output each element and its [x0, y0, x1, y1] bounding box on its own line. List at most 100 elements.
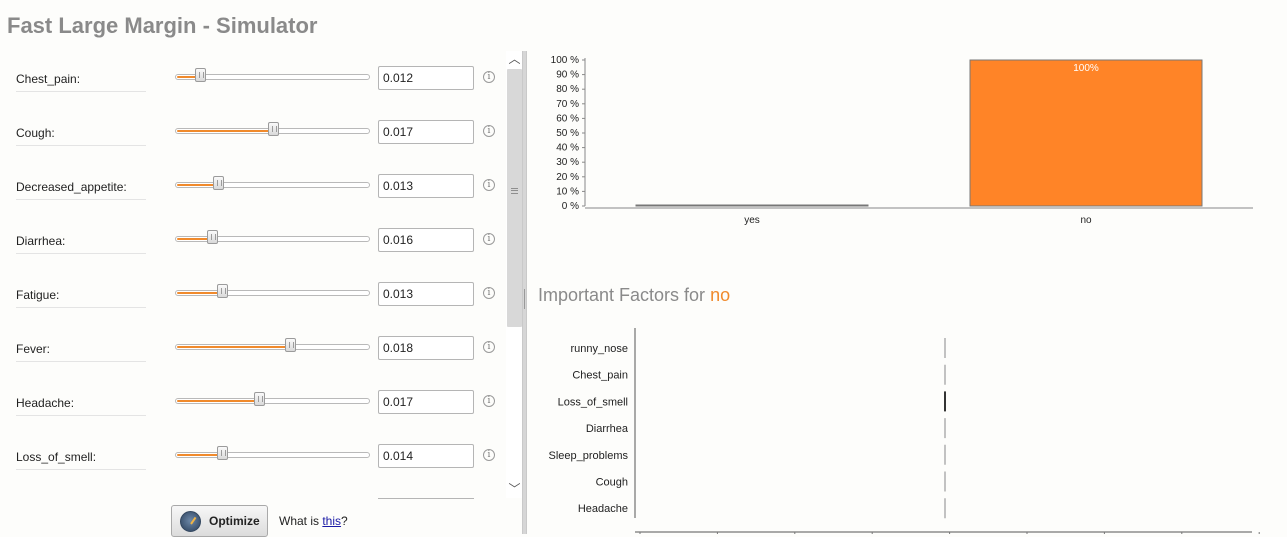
pane-splitter[interactable] — [522, 51, 527, 534]
param-value-input[interactable] — [378, 336, 474, 360]
slider-track — [175, 182, 370, 188]
slider-thumb[interactable] — [195, 68, 206, 82]
param-label: Headache: — [16, 396, 146, 416]
param-slider[interactable] — [175, 446, 370, 461]
param-label: Fatigue: — [16, 288, 146, 308]
prediction-bar-chart: 0 % 10 % 20 % 30 % 40 % 50 % 60 % 70 % 80 % 90 % 1… — [551, 55, 1253, 226]
slider-thumb[interactable] — [217, 446, 228, 460]
slider-thumb[interactable] — [268, 122, 279, 136]
info-icon[interactable]: i — [483, 233, 495, 245]
param-value-input[interactable] — [378, 444, 474, 468]
param-row: Headache: i — [0, 376, 505, 430]
slider-fill — [177, 400, 260, 402]
app-title: Fast Large Margin - Simulator — [7, 13, 318, 38]
factor-label: Diarrhea — [586, 423, 629, 435]
grip-icon — [511, 188, 518, 194]
y-tick-label: 80 % — [556, 84, 579, 95]
factor-label: runny_nose — [571, 343, 629, 355]
param-slider[interactable] — [175, 230, 370, 245]
y-tick-label: 10 % — [556, 186, 579, 197]
param-label: Decreased_appetite: — [16, 180, 146, 200]
factor-label: Loss_of_smell — [558, 396, 628, 408]
param-value-input[interactable] — [378, 66, 474, 90]
data-label: 100% — [1073, 63, 1099, 74]
info-icon[interactable]: i — [483, 449, 495, 461]
param-value-input[interactable] — [378, 228, 474, 252]
slider-fill — [177, 130, 274, 132]
slider-track — [175, 344, 370, 350]
gauge-icon — [180, 511, 201, 532]
factor-label: Headache — [578, 503, 628, 515]
y-tick-label: 60 % — [556, 113, 579, 124]
y-tick-label: 100 % — [551, 55, 579, 66]
what-is-this-link[interactable]: this — [322, 514, 341, 528]
y-tick-label: 20 % — [556, 172, 579, 183]
factors-title-prefix: Important Factors for — [538, 285, 711, 305]
y-tick-label: 0 % — [562, 201, 579, 212]
y-tick-label: 90 % — [556, 70, 579, 81]
scroll-up-icon[interactable]: ︿ — [506, 51, 523, 68]
y-tick-label: 50 % — [556, 128, 579, 139]
param-label: Chest_pain: — [16, 72, 146, 92]
scroll-down-icon[interactable]: ﹀ — [506, 481, 523, 498]
factor-label: Cough — [596, 477, 628, 489]
info-icon[interactable]: i — [483, 341, 495, 353]
y-tick-label: 40 % — [556, 143, 579, 154]
what-is-suffix: ? — [341, 514, 348, 528]
param-value-input[interactable] — [378, 390, 474, 414]
slider-thumb[interactable] — [207, 230, 218, 244]
slider-track — [175, 290, 370, 296]
param-row: Cough: i — [0, 106, 505, 160]
param-label: Fever: — [16, 342, 146, 362]
factors-title: Important Factors for no — [538, 285, 730, 306]
x-tick-label: no — [1080, 215, 1092, 226]
optimize-button[interactable]: Optimize — [171, 505, 268, 537]
factors-chart: runny_nose Chest_pain Loss_of_smell Diarrhe… — [549, 328, 1260, 534]
info-icon[interactable]: i — [483, 395, 495, 407]
param-slider[interactable] — [175, 176, 370, 191]
what-is-prefix: What is — [279, 514, 323, 528]
info-icon[interactable]: i — [483, 125, 495, 137]
param-label: Cough: — [16, 126, 146, 146]
param-slider[interactable] — [175, 122, 370, 137]
y-tick-label: 70 % — [556, 99, 579, 110]
param-value-input[interactable] — [378, 282, 474, 306]
factor-label: Sleep_problems — [549, 450, 629, 462]
bar-no — [969, 59, 1203, 207]
bar-yes — [635, 204, 869, 207]
param-row: Decreased_appetite: i — [0, 160, 505, 214]
info-icon[interactable]: i — [483, 287, 495, 299]
y-tick-label: 30 % — [556, 157, 579, 168]
param-scrollbar[interactable]: ︿ ﹀ — [506, 51, 523, 498]
slider-track — [175, 398, 370, 404]
param-value-input[interactable] — [378, 120, 474, 144]
param-label: Diarrhea: — [16, 234, 146, 254]
parameter-list: Chest_pain: i Cough: i Decreased_appetit… — [0, 52, 505, 498]
scrollbar-thumb[interactable] — [507, 69, 522, 327]
param-row: Fatigue: i — [0, 268, 505, 322]
slider-thumb[interactable] — [217, 284, 228, 298]
splitter-handle[interactable] — [524, 289, 525, 309]
info-icon[interactable]: i — [483, 179, 495, 191]
param-row: Fever: i — [0, 322, 505, 376]
optimize-label: Optimize — [209, 514, 260, 528]
slider-track — [175, 236, 370, 242]
factor-label: Chest_pain — [572, 370, 628, 382]
param-slider[interactable] — [175, 338, 370, 353]
slider-thumb[interactable] — [254, 392, 265, 406]
param-slider[interactable] — [175, 392, 370, 407]
param-row: Chest_pain: i — [0, 52, 505, 106]
what-is-this: What is this? — [279, 514, 348, 528]
info-icon[interactable]: i — [483, 71, 495, 83]
slider-fill — [177, 346, 291, 348]
param-slider[interactable] — [175, 68, 370, 83]
factors-title-class: no — [710, 285, 731, 305]
next-param-input-partial — [378, 498, 474, 500]
param-row: Diarrhea: i — [0, 214, 505, 268]
param-label: Loss_of_smell: — [16, 450, 146, 470]
param-slider[interactable] — [175, 284, 370, 299]
slider-thumb[interactable] — [285, 338, 296, 352]
param-row: Loss_of_smell: i — [0, 430, 505, 484]
slider-thumb[interactable] — [213, 176, 224, 190]
param-value-input[interactable] — [378, 174, 474, 198]
